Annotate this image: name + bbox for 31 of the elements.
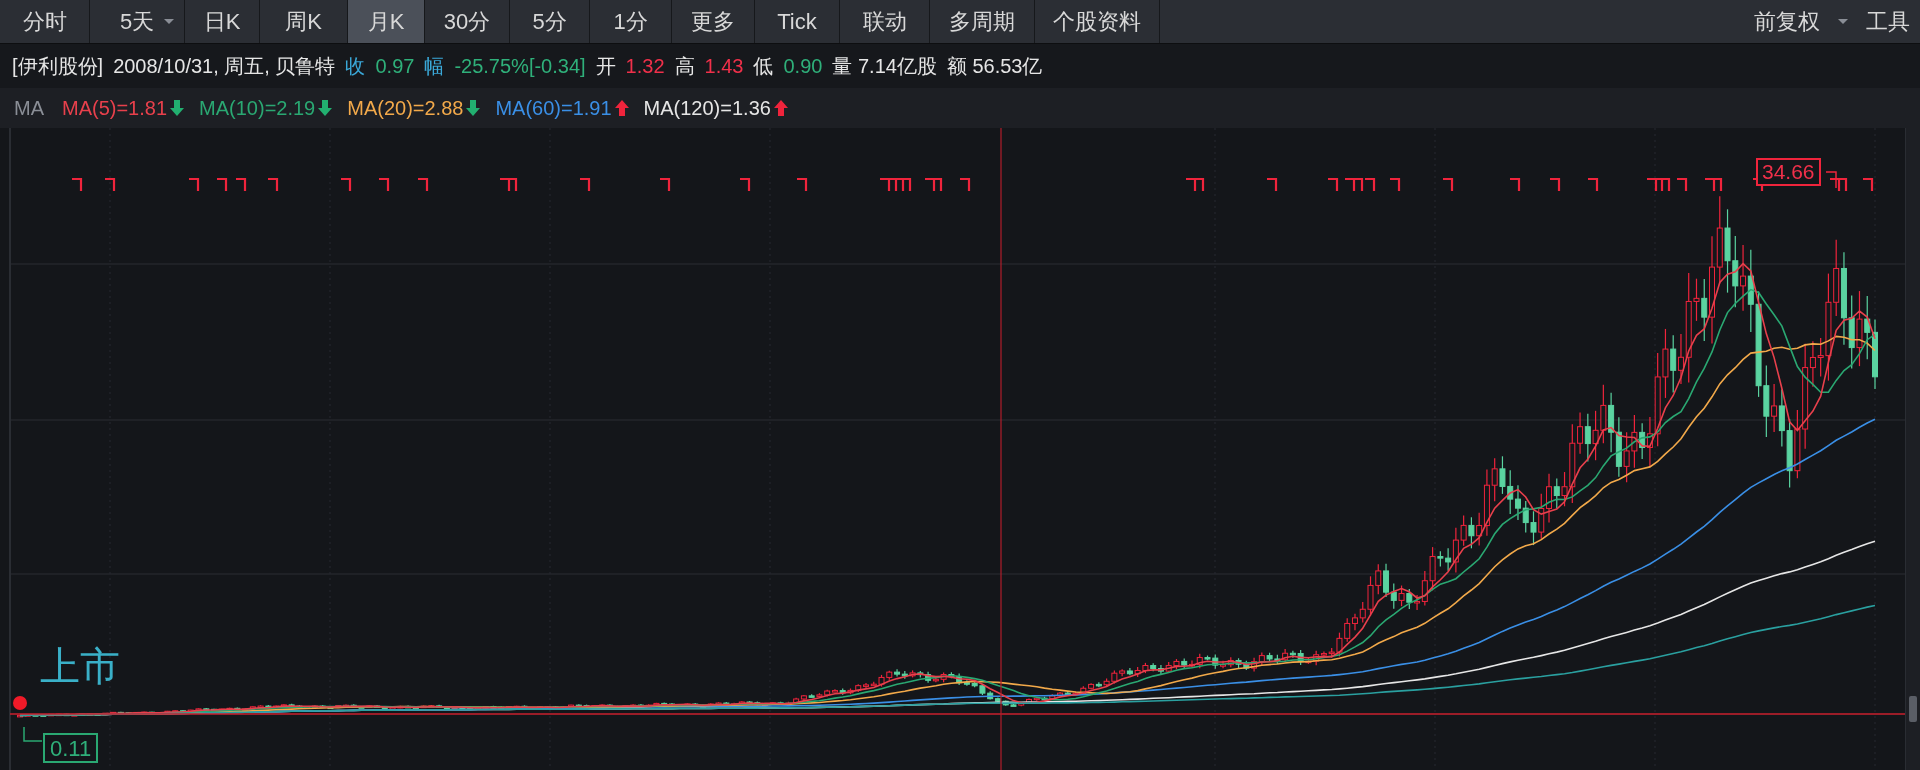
quote-text: 量 7.14亿股 [832,54,937,79]
adjustment-dropdown[interactable]: 前复权 [1744,0,1862,43]
quote-text: 开 [595,54,616,79]
quote-text: 低 [753,54,774,79]
ma-value: MA(120)=1.36 [643,96,771,121]
tools-button[interactable]: 工具 [1862,0,1920,43]
quote-text: 0.97 [375,54,415,79]
scrollbar-thumb[interactable] [1909,696,1917,722]
listing-dot [13,696,27,710]
quote-text: 高 [674,54,695,79]
leader-line [1825,171,1837,189]
quote-text: [伊利股份] [12,54,104,79]
ma-label: MA [14,96,44,121]
ma-value: MA(10)=2.19 [199,96,316,121]
quote-text: 1.43 [704,54,744,79]
quote-text: 幅 [424,54,445,79]
high-price-label: 34.66 [1756,158,1821,186]
quote-text: 额 56.53亿 [946,54,1043,79]
scrollbar[interactable] [1905,128,1920,770]
ma-value: MA(5)=1.81 [62,96,168,121]
low-price-label: 0.11 [43,733,99,763]
leader-line [23,726,43,742]
listing-label: 上市 [40,643,120,690]
quote-text: 0.90 [783,54,823,79]
quote-text: 1.32 [625,54,665,79]
quote-text: -25.75%[-0.34] [454,54,586,79]
ma-value: MA(20)=2.88 [347,96,464,121]
ma-value: MA(60)=1.91 [495,96,612,121]
quote-text: 2008/10/31, 周五, 贝鲁特 [113,54,336,79]
quote-text: 收 [345,54,366,79]
period-tab[interactable]: 月K [348,0,425,43]
